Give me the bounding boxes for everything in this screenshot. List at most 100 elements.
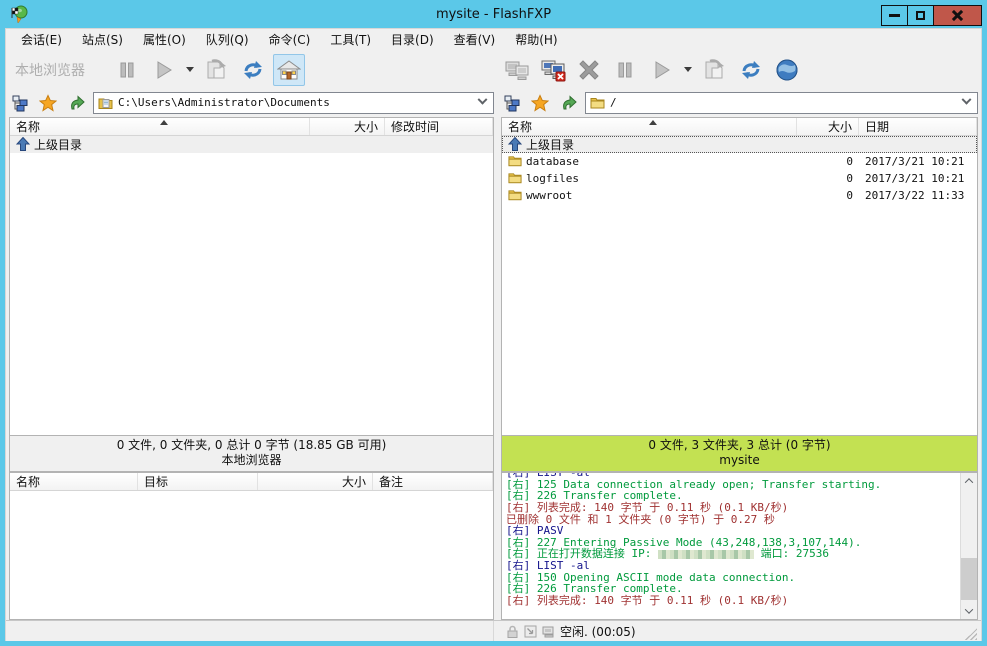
pathbars: C:\Users\Administrator\Documents [6, 89, 981, 117]
menu-session[interactable]: 会话(E) [12, 29, 71, 50]
column-header-size[interactable]: 大小 [797, 118, 859, 135]
start-icon [650, 59, 672, 81]
local-favorites-button[interactable] [37, 92, 59, 114]
scroll-down-arrow[interactable] [961, 603, 977, 619]
lower-panes: 名称 目标 大小 备注 [右] LIST -al [右] 125 Data co… [6, 472, 981, 620]
remote-favorites-button[interactable] [529, 92, 551, 114]
statusbar-right-panel: 空闲. (00:05) [501, 621, 978, 641]
minimize-button[interactable] [881, 5, 908, 26]
item-name: database [526, 155, 579, 168]
titlebar: mysite - FlashFXP [5, 0, 982, 28]
start-icon [152, 59, 174, 81]
local-toolbar: 本地浏览器 [9, 51, 494, 89]
chevron-down-icon[interactable] [478, 95, 488, 105]
up-directory-icon [508, 137, 522, 151]
pause-icon [614, 59, 636, 81]
queue-header: 名称 目标 大小 备注 [10, 473, 493, 491]
remote-pane-status: 0 文件, 3 文件夹, 3 总计 (0 字节) mysite [501, 436, 978, 472]
go-up-icon [559, 94, 577, 112]
local-start-dropdown[interactable] [183, 54, 197, 86]
queue-body[interactable] [10, 491, 493, 619]
list-item-wwwroot[interactable]: wwwroot 0 2017/3/22 11:33 [502, 187, 977, 204]
local-go-up-button[interactable] [65, 92, 87, 114]
resize-grip[interactable] [965, 628, 977, 640]
menu-options[interactable]: 属性(O) [134, 29, 195, 50]
menu-directory[interactable]: 目录(D) [382, 29, 443, 50]
transfer-icon [204, 57, 230, 83]
remote-globe-button[interactable] [771, 54, 803, 86]
scroll-up-arrow[interactable] [961, 473, 977, 489]
dropdown-icon [684, 67, 692, 72]
item-date: 2017/3/22 11:33 [859, 189, 977, 202]
remote-pathbar: / [501, 89, 978, 117]
list-item-parent-directory[interactable]: 上级目录 [502, 136, 977, 153]
browser-panes: 名称 大小 修改时间 上级目录 [6, 117, 981, 472]
local-pathbar: C:\Users\Administrator\Documents [9, 89, 494, 117]
remote-start-dropdown[interactable] [681, 54, 695, 86]
remote-path-combobox[interactable]: / [585, 92, 978, 114]
log-scrollbar[interactable] [960, 473, 977, 619]
remote-refresh-button[interactable] [735, 54, 767, 86]
local-path-combobox[interactable]: C:\Users\Administrator\Documents [93, 92, 494, 114]
pause-icon [116, 59, 138, 81]
session-log[interactable]: [右] LIST -al [右] 125 Data connection alr… [501, 472, 978, 620]
remote-site-tree-button[interactable] [501, 92, 523, 114]
remote-connect-button[interactable] [501, 54, 533, 86]
scroll-thumb[interactable] [961, 558, 977, 600]
app-window: mysite - FlashFXP 会话(E) 站点(S) 属性(O) 队列(Q… [0, 0, 987, 646]
item-size: 0 [797, 189, 859, 202]
chevron-down-icon[interactable] [962, 95, 972, 105]
globe-icon [775, 58, 799, 82]
close-button[interactable] [933, 5, 982, 26]
menu-commands[interactable]: 命令(C) [260, 29, 320, 50]
column-header-mtime[interactable]: 修改时间 [385, 118, 493, 135]
remote-disconnect-button[interactable] [537, 54, 569, 86]
log-line: [右] 列表完成: 140 字节 于 0.11 秒 (0.1 KB/秒) [506, 502, 957, 514]
window-title: mysite - FlashFXP [5, 7, 982, 22]
local-pause-button[interactable] [111, 54, 143, 86]
remote-start-button[interactable] [645, 54, 677, 86]
item-date: 2017/3/21 10:21 [859, 172, 977, 185]
status-text: 空闲. (00:05) [560, 623, 636, 640]
notes-icon [523, 624, 538, 639]
column-header-name[interactable]: 名称 [10, 473, 138, 490]
maximize-button[interactable] [907, 5, 934, 26]
remote-toolbar [501, 51, 978, 89]
local-site-tree-button[interactable] [9, 92, 31, 114]
list-item-parent-directory[interactable]: 上级目录 [10, 136, 493, 153]
remote-transfer-button[interactable] [699, 54, 731, 86]
column-header-note[interactable]: 备注 [373, 473, 493, 490]
remote-abort-button[interactable] [573, 54, 605, 86]
menu-queue[interactable]: 队列(Q) [197, 29, 258, 50]
local-transfer-button[interactable] [201, 54, 233, 86]
local-home-button[interactable] [273, 54, 305, 86]
menu-help[interactable]: 帮助(H) [506, 29, 566, 50]
column-header-size[interactable]: 大小 [258, 473, 373, 490]
local-start-button[interactable] [147, 54, 179, 86]
item-size: 0 [797, 155, 859, 168]
list-item-logfiles[interactable]: logfiles 0 2017/3/21 10:21 [502, 170, 977, 187]
column-header-size[interactable]: 大小 [310, 118, 385, 135]
column-header-target[interactable]: 目标 [138, 473, 258, 490]
site-tree-icon [11, 94, 29, 112]
item-name: 上级目录 [526, 136, 574, 153]
remote-pause-button[interactable] [609, 54, 641, 86]
remote-browser-pane: 名称 大小 日期 上级目录 [501, 117, 978, 472]
refresh-icon [739, 58, 763, 82]
list-item-database[interactable]: database 0 2017/3/21 10:21 [502, 153, 977, 170]
disconnect-icon [539, 56, 567, 84]
local-refresh-button[interactable] [237, 54, 269, 86]
up-directory-icon [16, 137, 30, 151]
column-header-name[interactable]: 名称 [10, 118, 310, 135]
redacted-ip-mosaic [658, 550, 754, 559]
menu-view[interactable]: 查看(V) [445, 29, 505, 50]
sort-ascending-icon [160, 120, 168, 125]
menubar: 会话(E) 站点(S) 属性(O) 队列(Q) 命令(C) 工具(T) 目录(D… [6, 29, 981, 51]
connect-icon [503, 56, 531, 84]
column-header-name[interactable]: 名称 [502, 118, 797, 135]
menu-sites[interactable]: 站点(S) [73, 29, 132, 50]
menu-tools[interactable]: 工具(T) [321, 29, 380, 50]
remote-go-up-button[interactable] [557, 92, 579, 114]
column-header-date[interactable]: 日期 [859, 118, 977, 135]
window-controls [882, 5, 982, 26]
